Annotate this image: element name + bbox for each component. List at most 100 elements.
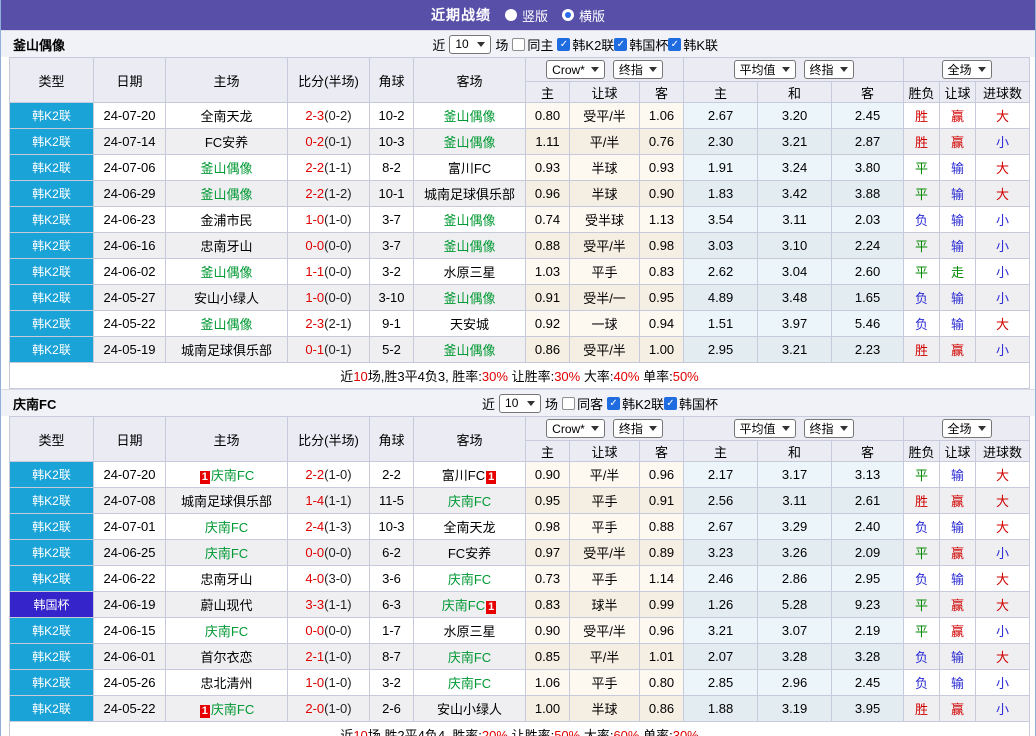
odds-home-cell: 0.98	[525, 513, 570, 540]
sub-col-header-6: 胜负	[903, 440, 941, 462]
halftime-score: (2-1)	[324, 316, 352, 331]
odds-away-cell: 0.90	[638, 180, 685, 207]
away-team-cell: 庆南FC	[413, 487, 526, 514]
result-goals-cell: 小	[975, 128, 1031, 155]
same-venue-filter[interactable]: 同客	[562, 394, 603, 413]
odds-home-cell: 0.73	[525, 565, 570, 592]
same-venue-filter[interactable]: 同主	[512, 35, 553, 54]
away-team-cell: FC安养	[413, 539, 526, 566]
match-row: 韩K2联 24-05-22 1 庆南FC 2-0(1-0) 2-6 安山小绿人 1.00 半球 0…	[9, 695, 1031, 722]
checkbox-icon	[614, 37, 628, 51]
final-odds-select[interactable]: 终指	[612, 419, 663, 438]
final-odds-2-select[interactable]: 终指	[803, 419, 854, 438]
fulltime-score: 0-2	[305, 134, 325, 149]
date-cell: 24-06-19	[93, 591, 166, 618]
odds-home-cell: 1.06	[525, 669, 570, 696]
chevron-down-icon	[839, 426, 848, 431]
avg-away-cell: 2.95	[831, 565, 905, 592]
chevron-down-icon	[527, 400, 536, 406]
average-select[interactable]: 平均值	[733, 60, 796, 79]
col-header-2: 主场	[165, 57, 288, 103]
summary-text: 单率:	[639, 369, 673, 384]
recent-count-select[interactable]: 10	[499, 393, 542, 413]
odds-away-cell: 0.93	[638, 154, 685, 181]
match-row: 韩K2联 24-05-22 釜山偶像 2-3(2-1) 9-1 天安城 0.92 一球 0.94…	[9, 310, 1031, 337]
halftime-score: (0-0)	[324, 545, 352, 560]
date-cell: 24-05-19	[93, 336, 166, 363]
halftime-score: (1-3)	[324, 519, 352, 534]
odds-away-cell: 0.88	[638, 513, 685, 540]
header-row-selects: 类型 日期 主场 比分(半场) 角球 客场 Crow* 终指 平均值 终指 全场	[9, 57, 1031, 103]
avg-draw-cell: 3.04	[757, 258, 833, 285]
home-team-cell: 忠南牙山	[165, 232, 288, 259]
col-header-2: 主场	[165, 416, 288, 462]
result-wdl-cell: 平	[903, 539, 941, 566]
home-team-cell: 金浦市民	[165, 206, 288, 233]
away-team-cell: 釜山偶像	[413, 284, 526, 311]
fulltime-score: 2-4	[305, 519, 325, 534]
home-team-cell: 釜山偶像	[165, 154, 288, 181]
home-team-cell: 釜山偶像	[165, 258, 288, 285]
match-row: 韩K2联 24-06-15 庆南FC 0-0(0-0) 1-7 水原三星 0.90 受平/半 0…	[9, 617, 1031, 644]
date-cell: 24-06-23	[93, 206, 166, 233]
avg-away-cell: 3.95	[831, 695, 905, 722]
avg-draw-cell: 2.96	[757, 669, 833, 696]
halftime-score: (0-0)	[324, 290, 352, 305]
scope-select[interactable]: 全场	[941, 60, 992, 79]
type-cell: 韩K2联	[9, 206, 94, 233]
recent-count-select[interactable]: 10	[449, 34, 492, 54]
result-wdl-cell: 平	[903, 461, 941, 488]
odds-home-cell: 0.91	[525, 284, 570, 311]
corners-cell: 3-10	[369, 284, 414, 311]
handicap-cell: 平手	[569, 565, 640, 592]
table-foot: 近10场,胜3平4负3, 胜率:30% 让胜率:30% 大率:40% 单率:50…	[8, 362, 1031, 389]
result-wdl-cell: 负	[903, 643, 941, 670]
league-checkbox-韩K联[interactable]: 韩K联	[668, 35, 718, 54]
sub-col-header-7: 让球	[939, 440, 977, 462]
avg-draw-cell: 3.17	[757, 461, 833, 488]
home-team-name: 首尔衣恋	[200, 650, 253, 665]
handicap-cell: 平/半	[569, 643, 640, 670]
layout-radio-horizontal[interactable]: 横版	[562, 6, 605, 25]
radio-horizontal-label: 横版	[579, 8, 606, 24]
layout-radio-vertical[interactable]: 竖版	[504, 6, 548, 25]
league-checkbox-韩K2联[interactable]: 韩K2联	[557, 35, 614, 54]
halftime-score: (1-0)	[324, 212, 352, 227]
scope-select[interactable]: 全场	[941, 419, 992, 438]
avg-away-cell: 5.46	[831, 310, 905, 337]
league-checkbox-韩K2联[interactable]: 韩K2联	[607, 394, 664, 413]
league-checkbox-韩国杯[interactable]: 韩国杯	[663, 394, 718, 413]
average-select[interactable]: 平均值	[733, 419, 796, 438]
avg-draw-cell: 3.48	[757, 284, 833, 311]
select-group-wrap: Crow* 终指	[527, 60, 683, 79]
away-team-cell: 庆南FC 1	[413, 591, 526, 618]
result-wdl-cell: 胜	[903, 128, 941, 155]
fulltime-score: 0-0	[305, 623, 325, 638]
league-checkbox-韩国杯[interactable]: 韩国杯	[614, 35, 668, 54]
odds-home-cell: 1.03	[525, 258, 570, 285]
score-cell: 1-0(1-0)	[287, 206, 370, 233]
checkbox-icon	[557, 37, 571, 51]
result-goals-cell: 小	[975, 336, 1031, 363]
home-team-name: 城南足球俱乐部	[180, 494, 272, 509]
odds-home-cell: 0.96	[525, 180, 570, 207]
league-checkbox-label: 韩K联	[683, 37, 718, 53]
home-team-cell: 釜山偶像	[165, 180, 288, 207]
result-handicap-cell: 输	[939, 513, 977, 540]
date-cell: 24-06-02	[93, 258, 166, 285]
home-team-cell: 首尔衣恋	[165, 643, 288, 670]
final-odds-2-select[interactable]: 终指	[803, 60, 854, 79]
league-checkbox-label: 韩国杯	[629, 37, 669, 53]
col-header-4: 角球	[369, 416, 414, 462]
home-team-cell: 庆南FC	[165, 617, 288, 644]
home-team-cell: 忠南牙山	[165, 565, 288, 592]
result-handicap-cell: 输	[939, 565, 977, 592]
final-odds-select[interactable]: 终指	[612, 60, 663, 79]
crow-select[interactable]: Crow*	[546, 60, 605, 79]
corners-cell: 3-7	[369, 206, 414, 233]
avg-draw-cell: 2.86	[757, 565, 833, 592]
crow-select[interactable]: Crow*	[546, 419, 605, 438]
col-header-3: 比分(半场)	[287, 57, 370, 103]
home-team-name: 釜山偶像	[200, 265, 253, 280]
avg-home-cell: 3.21	[683, 617, 759, 644]
